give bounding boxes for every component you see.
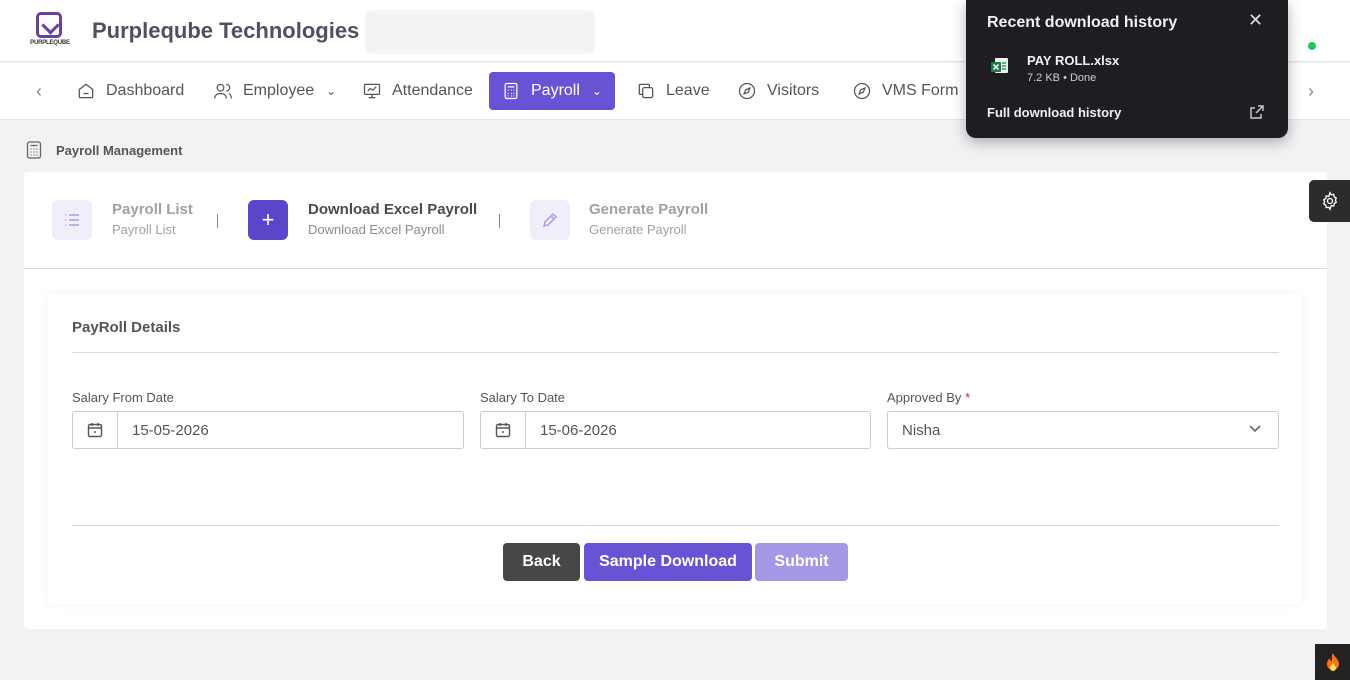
nav-label: Leave xyxy=(666,82,710,99)
plus-icon[interactable]: + xyxy=(248,200,288,240)
step-subtitle-generate-payroll: Generate Payroll xyxy=(589,222,687,237)
payroll-card: Payroll List Payroll List + Download Exc… xyxy=(24,172,1327,629)
copy-icon xyxy=(638,83,654,99)
chevron-down-icon xyxy=(1248,421,1264,437)
nav-scroll-left-icon[interactable]: ‹ xyxy=(29,81,49,101)
logo-text: PURPLEQUBE xyxy=(30,40,70,46)
company-name: Purpleqube Technologies xyxy=(92,18,360,43)
divider xyxy=(72,525,1279,526)
users-icon xyxy=(214,83,232,99)
salary-to-label: Salary To Date xyxy=(480,390,566,405)
step-title-generate-payroll[interactable]: Generate Payroll xyxy=(589,201,708,218)
close-icon[interactable]: ✕ xyxy=(1248,10,1263,31)
nav-label: Payroll xyxy=(531,82,580,99)
online-status-dot xyxy=(1308,42,1316,50)
approved-by-label: Approved By * xyxy=(887,390,970,405)
nav-item-employee[interactable]: Employee ⌄ xyxy=(201,72,348,110)
settings-tab[interactable] xyxy=(1309,180,1350,222)
list-icon[interactable] xyxy=(52,200,92,240)
popup-title: Recent download history xyxy=(987,14,1178,31)
calendar-icon[interactable] xyxy=(73,412,118,448)
logo-mark xyxy=(36,12,62,38)
nav-label: Employee xyxy=(243,82,315,99)
approved-by-label-text: Approved By xyxy=(887,390,962,405)
full-download-history-link[interactable]: Full download history xyxy=(987,105,1121,120)
chevron-down-icon: ⌄ xyxy=(591,84,602,98)
breadcrumb-label: Payroll Management xyxy=(56,142,183,158)
nav-item-leave[interactable]: Leave xyxy=(624,72,722,110)
required-mark: * xyxy=(965,390,971,405)
download-file-meta: 7.2 KB • Done xyxy=(1027,72,1097,84)
calculator-icon xyxy=(504,82,518,100)
salary-from-label: Salary From Date xyxy=(72,390,174,405)
section-title: PayRoll Details xyxy=(72,319,181,336)
step-separator xyxy=(499,214,500,228)
step-title-payroll-list[interactable]: Payroll List xyxy=(112,201,193,218)
nav-scroll-right-icon[interactable]: › xyxy=(1301,81,1321,101)
nav-label: Visitors xyxy=(767,82,820,99)
chevron-down-icon: ⌄ xyxy=(326,84,337,98)
step-separator xyxy=(217,214,218,228)
home-icon xyxy=(78,83,94,99)
fire-tab[interactable] xyxy=(1315,644,1350,680)
nav-label: Attendance xyxy=(392,82,473,99)
step-subtitle-download-excel: Download Excel Payroll xyxy=(308,222,445,237)
payroll-details-panel: PayRoll Details Salary From Date 15-05-2… xyxy=(48,294,1302,604)
divider xyxy=(72,352,1279,353)
calendar-icon[interactable] xyxy=(481,412,526,448)
external-link-icon[interactable] xyxy=(1249,104,1265,120)
nav-item-attendance[interactable]: Attendance xyxy=(350,72,485,110)
salary-to-value: 15-06-2026 xyxy=(540,422,617,439)
nav-item-visitors[interactable]: Visitors xyxy=(725,72,831,110)
compass-icon xyxy=(738,82,756,100)
calculator-icon xyxy=(26,141,42,159)
nav-item-vms-form[interactable]: VMS Form xyxy=(840,72,970,110)
gear-icon xyxy=(1322,191,1337,211)
step-subtitle-payroll-list: Payroll List xyxy=(112,222,176,237)
back-button[interactable]: Back xyxy=(503,543,580,581)
compass-icon xyxy=(853,82,871,100)
nav-item-payroll[interactable]: Payroll ⌄ xyxy=(489,72,615,110)
salary-from-value: 15-05-2026 xyxy=(132,422,209,439)
nav-label: VMS Form xyxy=(882,82,959,99)
payroll-steps: Payroll List Payroll List + Download Exc… xyxy=(24,172,1327,269)
header-placeholder xyxy=(365,10,595,54)
sample-download-button[interactable]: Sample Download xyxy=(584,543,752,581)
purpleqube-logo[interactable]: PURPLEQUBE xyxy=(30,12,70,52)
step-title-download-excel[interactable]: Download Excel Payroll xyxy=(308,201,477,218)
breadcrumb: Payroll Management xyxy=(26,141,182,159)
approved-by-value: Nisha xyxy=(902,422,941,439)
nav-label: Dashboard xyxy=(106,82,185,99)
nav-item-dashboard[interactable]: Dashboard xyxy=(64,72,196,110)
salary-to-date-input[interactable]: 15-06-2026 xyxy=(480,411,871,449)
submit-button[interactable]: Submit xyxy=(755,543,848,581)
pencil-icon[interactable] xyxy=(530,200,570,240)
download-history-popup: Recent download history ✕ PAY ROLL.xlsx … xyxy=(966,0,1288,138)
excel-file-icon[interactable] xyxy=(990,56,1010,76)
flame-icon xyxy=(1326,653,1339,671)
download-file-name[interactable]: PAY ROLL.xlsx xyxy=(1027,53,1119,68)
presentation-chart-icon xyxy=(363,83,381,99)
approved-by-select[interactable]: Nisha xyxy=(887,411,1279,449)
salary-from-date-input[interactable]: 15-05-2026 xyxy=(72,411,464,449)
